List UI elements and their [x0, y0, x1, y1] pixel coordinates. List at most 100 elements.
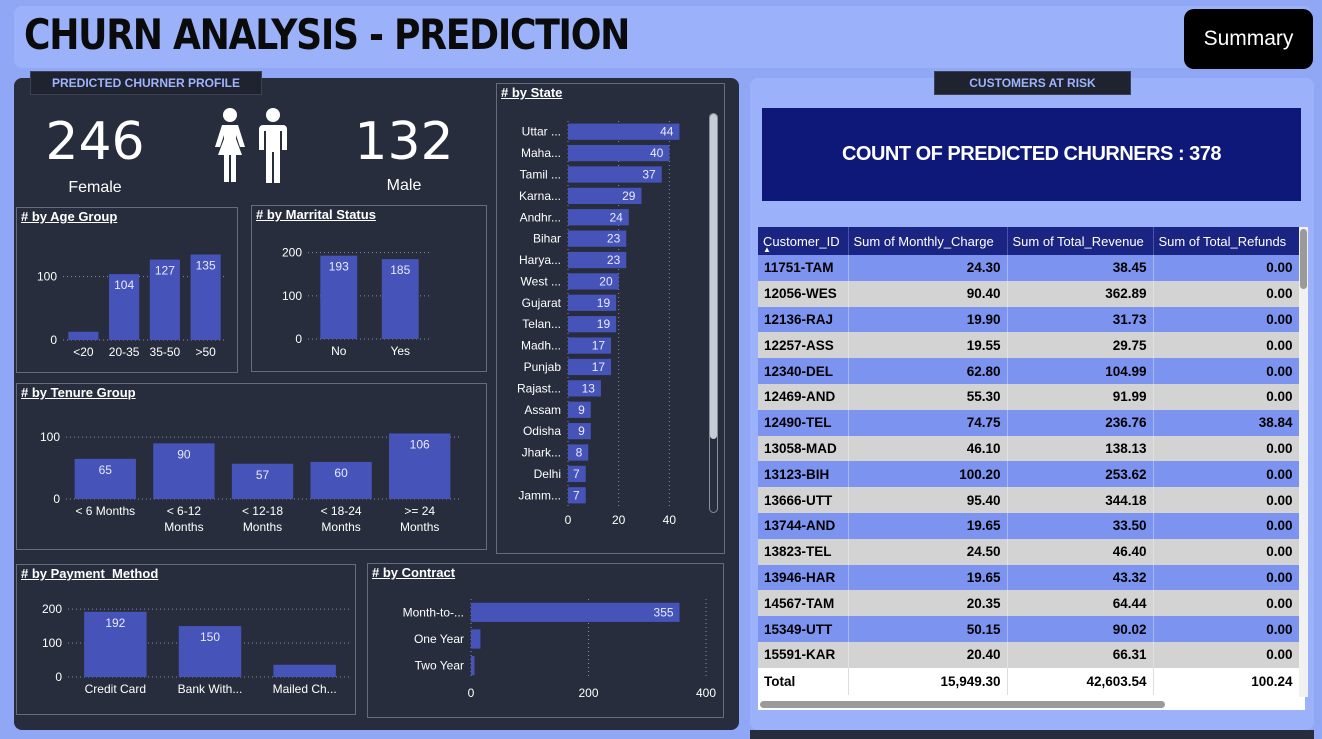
bar-value-label: 9	[578, 424, 585, 438]
bar-value-label: 106	[410, 437, 430, 451]
bar-value-label: 20	[599, 274, 613, 288]
table-row[interactable]: 15591-KAR 20.40 66.31 0.00	[758, 641, 1300, 668]
table-row[interactable]: 13058-MAD 46.10 138.13 0.00	[758, 435, 1300, 462]
tenure-group-plot: 0 100 65 < 6 Months 90 < 6-12 Months 57 < 12-18 M…	[40, 430, 459, 534]
table-row[interactable]: 11751-TAM 24.30 38.45 0.00	[758, 255, 1300, 281]
cell-total-revenue: 138.13	[1007, 435, 1154, 462]
table-row[interactable]: 13666-UTT 95.40 344.18 0.00	[758, 487, 1300, 513]
bar-value-label: 13	[582, 381, 596, 395]
cell-total-refunds: 0.00	[1153, 616, 1300, 642]
table-row[interactable]: 12469-AND 55.30 91.99 0.00	[758, 383, 1300, 410]
cell-customer-id: 13946-HAR	[758, 564, 849, 591]
y-tick-label: 0	[55, 670, 62, 684]
bar-value-label: 150	[200, 630, 220, 644]
cell-total-revenue: 46.40	[1007, 538, 1154, 565]
table-row[interactable]: 14567-TAM 20.35 64.44 0.00	[758, 590, 1300, 617]
cell-customer-id: 12056-WES	[758, 280, 849, 307]
table-row[interactable]: 12257-ASS 19.55 29.75 0.00	[758, 332, 1300, 359]
x-tick-label: Bank With...	[178, 682, 243, 696]
bar-value-label: 104	[114, 278, 134, 292]
cell-monthly-charge: 95.40	[848, 487, 1008, 513]
cell-customer-id: 12340-DEL	[758, 358, 849, 384]
cell-total-revenue: 64.44	[1007, 590, 1154, 617]
cell-total-refunds: 0.00	[1153, 332, 1300, 359]
cell-customer-id: 11751-TAM	[758, 255, 849, 281]
cell-customer-id: 12490-TEL	[758, 409, 849, 436]
table-total-row: Total 15,949.30 42,603.54 100.24	[758, 667, 1300, 695]
cell-monthly-charge: 24.50	[848, 538, 1008, 565]
contract-plot: 0 200 400 355 Month-to-... One Year Two Year	[403, 599, 716, 700]
table-row[interactable]: 15349-UTT 50.15 90.02 0.00	[758, 616, 1300, 642]
x-tick-label: 40	[663, 513, 677, 527]
state-scrollbar-thumb[interactable]	[710, 114, 717, 439]
y-tick-label: 0	[295, 332, 302, 346]
female-count: 246	[45, 112, 145, 172]
x-tick-label: 200	[578, 686, 598, 700]
cell-total-refunds: 0.00	[1153, 512, 1300, 539]
male-label: Male	[386, 177, 422, 194]
profile-section-label: PREDICTED CHURNER PROFILE	[30, 71, 262, 95]
column-header-total-revenue[interactable]: Sum of Total_Revenue	[1007, 227, 1154, 255]
summary-button[interactable]: Summary	[1184, 9, 1313, 69]
y-tick-label: Tamil ...	[520, 167, 561, 181]
bar-value-label: 65	[99, 463, 113, 477]
bar-value-label: 19	[597, 317, 611, 331]
table-vertical-scrollbar-thumb[interactable]	[1300, 229, 1307, 289]
column-header-total-refunds[interactable]: Sum of Total_Refunds	[1153, 227, 1300, 255]
cell-total-revenue: 236.76	[1007, 409, 1154, 436]
cell-total-revenue: 104.99	[1007, 358, 1154, 384]
sort-asc-icon: ▲	[763, 245, 771, 254]
table-row[interactable]: 13823-TEL 24.50 46.40 0.00	[758, 538, 1300, 565]
table-row[interactable]: 13744-AND 19.65 33.50 0.00	[758, 512, 1300, 539]
table-row[interactable]: 12136-RAJ 19.90 31.73 0.00	[758, 306, 1300, 333]
y-tick-label: Telan...	[522, 317, 561, 331]
cell-total-refunds: 0.00	[1153, 641, 1300, 668]
table-row[interactable]: 12490-TEL 74.75 236.76 38.84	[758, 409, 1300, 436]
bar-value-label: 135	[196, 259, 216, 273]
x-tick-label: 0	[468, 686, 475, 700]
cell-monthly-charge: 50.15	[848, 616, 1008, 642]
cell-total-refunds: 0.00	[1153, 461, 1300, 488]
bar-value-label: 44	[660, 125, 674, 139]
cell-total-revenue: 253.62	[1007, 461, 1154, 488]
cell-total-revenue: 66.31	[1007, 641, 1154, 668]
x-tick-label: Credit Card	[85, 682, 146, 696]
table-horizontal-scrollbar-thumb[interactable]	[760, 701, 1165, 708]
table-row[interactable]: 13123-BIH 100.20 253.62 0.00	[758, 461, 1300, 488]
y-tick-label: 200	[282, 246, 302, 260]
cell-total-refunds: 0.00	[1153, 538, 1300, 565]
cell-total-refunds: 0.00	[1153, 280, 1300, 307]
x-tick-label: 35-50	[150, 345, 181, 359]
y-tick-label: Two Year	[415, 659, 464, 673]
column-header-customer-id[interactable]: Customer_ID ▲	[758, 227, 849, 255]
x-tick-label: >50	[195, 345, 216, 359]
risk-section-label: CUSTOMERS AT RISK	[934, 71, 1131, 95]
bar-value-label: 29	[622, 189, 636, 203]
state-plot: 0 20 40 44 Uttar ... 40 Maha... 37 Tamil ... 29 Ka…	[517, 121, 680, 527]
cell-total-refunds: 0.00	[1153, 487, 1300, 513]
cell-total-revenue: 31.73	[1007, 306, 1154, 333]
x-tick-label: 20-35	[109, 345, 140, 359]
bar	[471, 656, 475, 676]
y-tick-label: Gujarat	[522, 296, 562, 310]
table-row[interactable]: 12056-WES 90.40 362.89 0.00	[758, 280, 1300, 307]
cell-monthly-charge: 19.55	[848, 332, 1008, 359]
x-tick-label: >= 24	[404, 504, 435, 518]
table-row[interactable]: 13946-HAR 19.65 43.32 0.00	[758, 564, 1300, 591]
table-vertical-scrollbar[interactable]	[1299, 227, 1308, 697]
cell-total-refunds: 0.00	[1153, 590, 1300, 617]
cell-monthly-charge: 24.30	[848, 255, 1008, 281]
y-tick-label: Maha...	[521, 146, 561, 160]
customers-table: Customer_ID ▲ Sum of Monthly_Charge Sum o…	[758, 227, 1305, 710]
y-tick-label: Rajast...	[517, 381, 561, 395]
bottom-strip	[750, 730, 1314, 739]
bar-value-label: 192	[105, 616, 125, 630]
table-row[interactable]: 12340-DEL 62.80 104.99 0.00	[758, 358, 1300, 384]
bar	[273, 664, 336, 677]
bar-value-label: 185	[390, 263, 410, 277]
bar	[68, 331, 99, 340]
column-header-monthly-charge[interactable]: Sum of Monthly_Charge	[848, 227, 1008, 255]
x-tick-label: Months	[321, 520, 360, 534]
bar	[471, 602, 680, 622]
x-tick-label: No	[331, 344, 347, 358]
